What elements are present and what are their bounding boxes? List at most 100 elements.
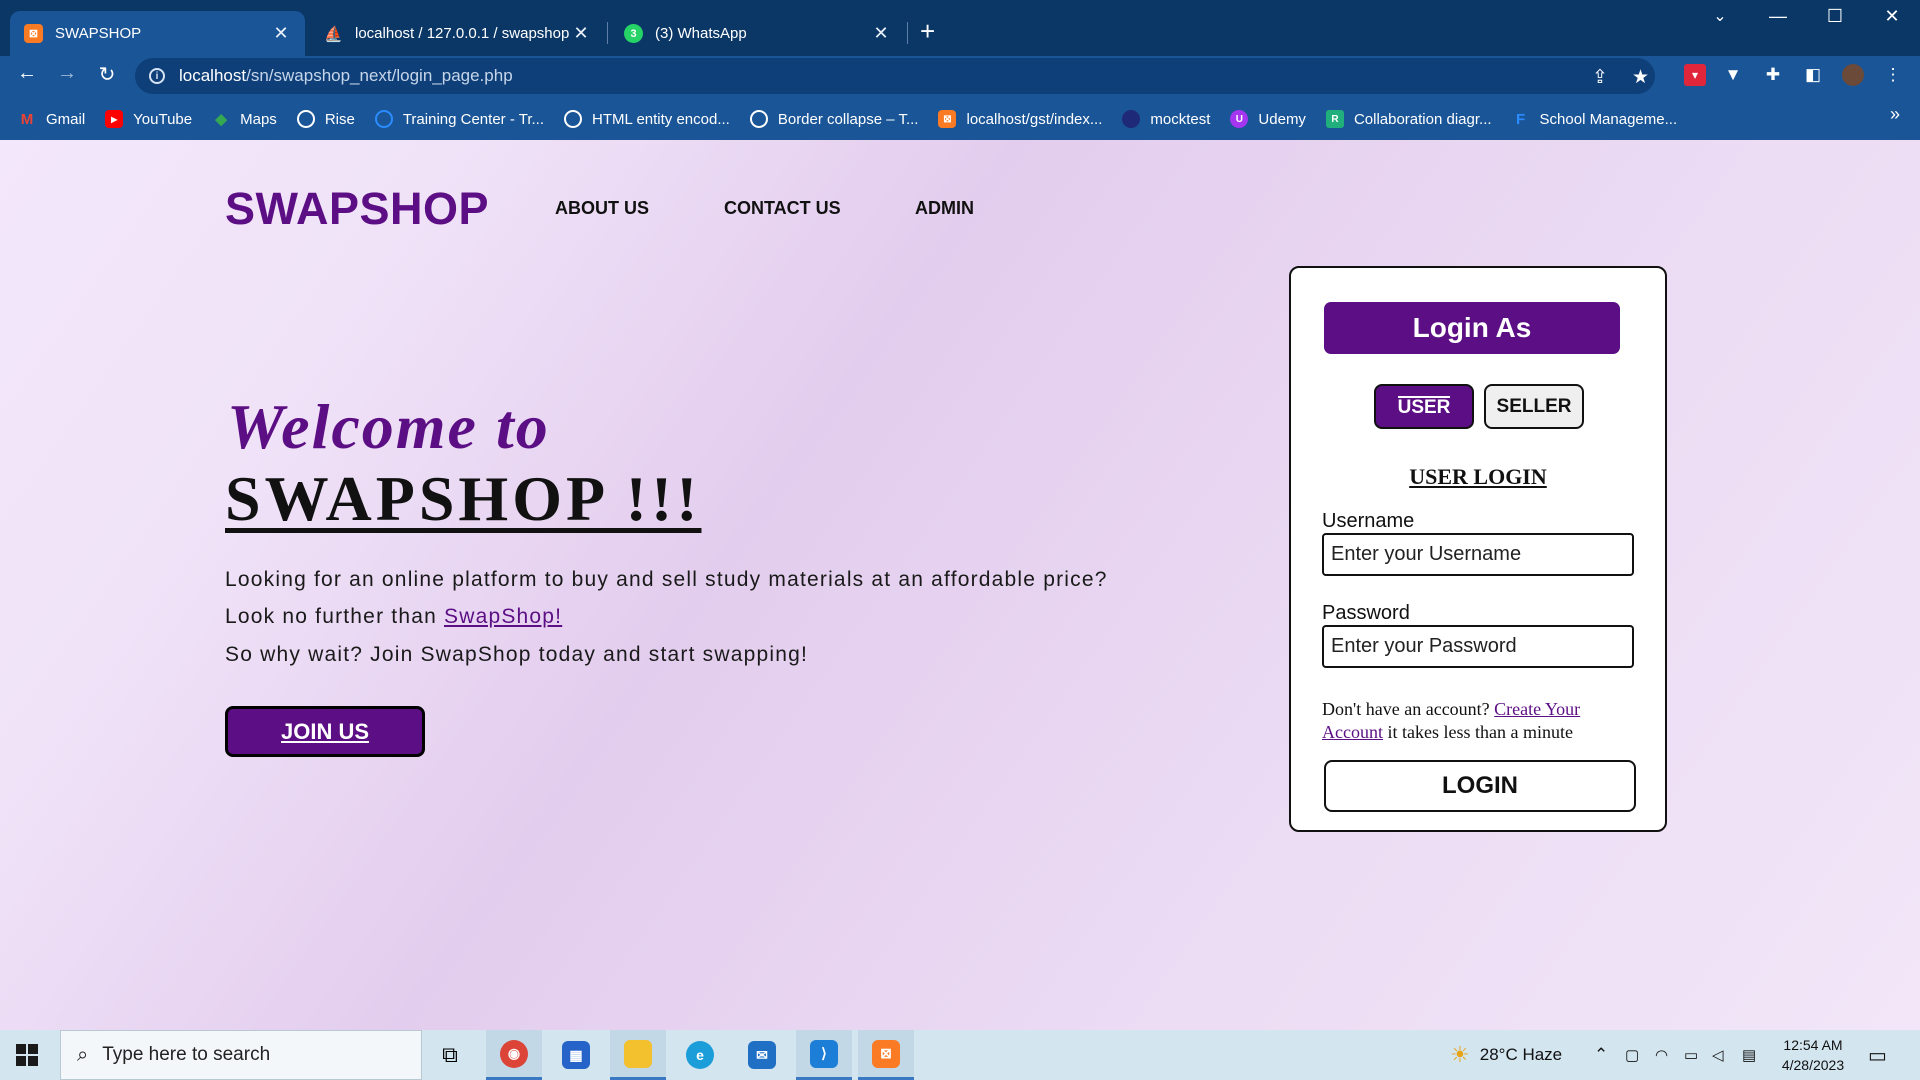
tab-search-icon[interactable]: ⌄	[1700, 6, 1740, 26]
training-icon	[374, 110, 393, 128]
store-taskbar-icon[interactable]: ▦	[548, 1030, 604, 1080]
windows-start-icon[interactable]	[16, 1044, 38, 1066]
site-logo[interactable]: SWAPSHOP	[225, 183, 489, 235]
haze-weather-icon: ☀	[1450, 1042, 1470, 1067]
bookmark-school[interactable]: F School Manageme...	[1512, 110, 1678, 128]
vue-devtools-icon[interactable]: ▼	[1722, 64, 1744, 86]
bookmark-label: YouTube	[133, 110, 193, 128]
login-submit-button[interactable]: LOGIN	[1324, 760, 1636, 812]
bookmark-label: Collaboration diagr...	[1353, 110, 1492, 128]
wifi-icon[interactable]: ◠	[1655, 1030, 1668, 1080]
tab-title: (3) WhatsApp	[655, 25, 747, 42]
edge-taskbar-icon[interactable]: e	[672, 1030, 728, 1080]
extensions-puzzle-icon[interactable]: ✚	[1762, 64, 1784, 86]
reload-button[interactable]: ↻	[92, 62, 122, 87]
back-button[interactable]: ←	[12, 62, 42, 85]
bookmark-collaboration[interactable]: R Collaboration diagr...	[1325, 110, 1492, 128]
bookmark-udemy[interactable]: U Udemy	[1230, 110, 1306, 128]
close-tab-icon[interactable]: ✕	[271, 23, 291, 44]
signup-suffix: it takes less than a minute	[1382, 722, 1573, 742]
join-us-button[interactable]: JOIN US	[225, 706, 425, 757]
bookmark-mocktest[interactable]: mocktest	[1122, 110, 1210, 128]
chrome-icon: ◉	[500, 1039, 528, 1068]
vscode-taskbar-icon[interactable]: ⟩	[796, 1030, 852, 1080]
meet-now-icon[interactable]: ▢	[1625, 1030, 1639, 1080]
bookmark-border-collapse[interactable]: Border collapse – T...	[749, 110, 919, 128]
close-window-button[interactable]: ✕	[1872, 6, 1912, 27]
pocket-extension-icon[interactable]: ▾	[1684, 64, 1706, 86]
tab-swapshop[interactable]: ⊠ SWAPSHOP ✕	[10, 11, 305, 56]
bookmark-label: Border collapse – T...	[777, 110, 919, 128]
bookmark-youtube[interactable]: ▶ YouTube	[105, 110, 192, 128]
show-hidden-icons[interactable]: ⌃	[1594, 1030, 1608, 1080]
taskbar-search[interactable]: ⌕ Type here to search	[60, 1030, 422, 1080]
hero-line-3: So why wait? Join SwapShop today and sta…	[225, 643, 809, 666]
xampp-icon: ⊠	[24, 24, 43, 43]
share-icon[interactable]: ⇪	[1592, 66, 1608, 89]
forward-button[interactable]: →	[52, 62, 82, 85]
phpmyadmin-icon: ⛵	[324, 25, 343, 43]
tab-phpmyadmin[interactable]: ⛵ localhost / 127.0.0.1 / swapshop ✕	[310, 11, 605, 56]
bookmark-label: Gmail	[46, 110, 86, 128]
battery-icon[interactable]: ▭	[1684, 1030, 1698, 1080]
volume-icon[interactable]: ◁	[1712, 1030, 1724, 1080]
new-tab-button[interactable]: +	[920, 16, 935, 47]
clock-date: 4/28/2023	[1781, 1057, 1845, 1073]
bookmark-star-icon[interactable]: ★	[1632, 66, 1649, 89]
nav-contact-us[interactable]: CONTACT US	[724, 198, 841, 219]
chrome-menu-icon[interactable]: ⋮	[1882, 64, 1904, 86]
tab-whatsapp[interactable]: 3 (3) WhatsApp ✕	[610, 11, 905, 56]
password-input[interactable]	[1322, 625, 1634, 668]
tab-divider	[607, 22, 608, 44]
user-role-label: USER	[1397, 396, 1451, 418]
profile-avatar[interactable]	[1842, 64, 1864, 86]
bookmark-training[interactable]: Training Center - Tr...	[374, 110, 544, 128]
windows-taskbar: ⌕ Type here to search ⧉ ◉ ▦ e ✉ ⟩ ⊠ ☀ 28…	[0, 1030, 1920, 1080]
edge-icon: e	[686, 1041, 714, 1069]
swapshop-link[interactable]: SwapShop!	[444, 605, 562, 628]
file-explorer-taskbar-icon[interactable]	[610, 1030, 666, 1080]
bookmark-label: School Manageme...	[1539, 110, 1678, 128]
notifications-icon[interactable]: ▭	[1868, 1030, 1887, 1080]
address-bar[interactable]: i localhost/sn/swapshop_next/login_page.…	[135, 58, 1655, 94]
bookmark-localhost-gst[interactable]: ⊠ localhost/gst/index...	[938, 110, 1102, 128]
signup-prompt: Don't have an account? Create Your Accou…	[1322, 698, 1632, 744]
bookmark-maps[interactable]: ◆ Maps	[212, 110, 276, 129]
page-viewport: SWAPSHOP ABOUT US CONTACT US ADMIN Welco…	[0, 140, 1920, 1030]
nav-about-us[interactable]: ABOUT US	[555, 198, 649, 219]
system-clock[interactable]: 12:54 AM 4/28/2023	[1768, 1035, 1858, 1075]
hero-title: SWAPSHOP !!!	[225, 463, 702, 534]
hero-line-2: Look no further than SwapShop!	[225, 605, 562, 629]
whatsapp-icon: 3	[624, 24, 643, 43]
mail-taskbar-icon[interactable]: ✉	[734, 1030, 790, 1080]
language-icon[interactable]: ▤	[1742, 1030, 1756, 1080]
welcome-heading: Welcome to	[227, 391, 550, 462]
close-tab-icon[interactable]: ✕	[571, 23, 591, 44]
username-input[interactable]	[1322, 533, 1634, 576]
chrome-taskbar-icon[interactable]: ◉	[486, 1030, 542, 1080]
login-card: Login As USER SELLER USER LOGIN Username…	[1289, 266, 1667, 832]
nav-admin[interactable]: ADMIN	[915, 198, 974, 219]
close-tab-icon[interactable]: ✕	[871, 23, 891, 44]
maximize-button[interactable]: ☐	[1815, 6, 1855, 27]
search-icon: ⌕	[77, 1043, 89, 1066]
bookmark-gmail[interactable]: M Gmail	[18, 110, 85, 128]
bookmarks-overflow-icon[interactable]: »	[1890, 104, 1900, 125]
store-icon: ▦	[562, 1041, 590, 1069]
xampp-taskbar-icon[interactable]: ⊠	[858, 1030, 914, 1080]
bookmark-rise[interactable]: Rise	[296, 110, 355, 128]
task-view-icon[interactable]: ⧉	[422, 1030, 478, 1080]
bookmark-label: Rise	[324, 110, 355, 128]
hero-line-1: Looking for an online platform to buy an…	[225, 568, 1108, 591]
folder-icon	[624, 1039, 652, 1068]
user-role-button[interactable]: USER	[1374, 384, 1474, 429]
minimize-button[interactable]: —	[1758, 6, 1798, 27]
bookmark-html-entity[interactable]: HTML entity encod...	[564, 110, 730, 128]
side-panel-icon[interactable]: ◧	[1802, 64, 1824, 86]
mail-icon: ✉	[748, 1041, 776, 1069]
diagram-icon: R	[1325, 110, 1344, 128]
weather-widget[interactable]: ☀ 28°C Haze	[1450, 1030, 1562, 1080]
site-info-icon[interactable]: i	[149, 68, 165, 84]
seller-role-button[interactable]: SELLER	[1484, 384, 1584, 429]
login-as-header: Login As	[1324, 302, 1620, 354]
